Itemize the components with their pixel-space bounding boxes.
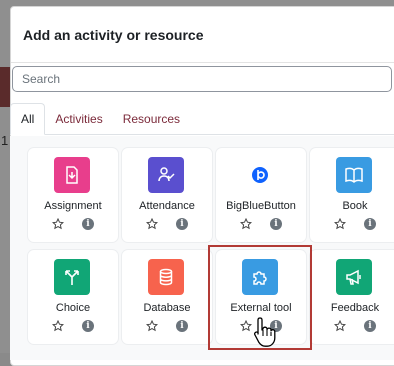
activity-label: External tool [230, 302, 292, 314]
attendance-icon [148, 157, 184, 193]
activity-label: Book [342, 200, 368, 212]
bigbluebutton-icon [242, 157, 278, 193]
star-icon[interactable] [240, 320, 252, 332]
activity-card-feedback[interactable]: Feedback i [310, 250, 394, 344]
activity-card-attendance[interactable]: Attendance i [122, 148, 212, 242]
tab-activities[interactable]: Activities [45, 103, 112, 135]
info-icon[interactable]: i [270, 218, 282, 230]
database-icon [148, 259, 184, 295]
activity-card-choice[interactable]: Choice i [28, 250, 118, 344]
assignment-icon [54, 157, 90, 193]
activity-card-bigbluebutton[interactable]: BigBlueButton i [216, 148, 306, 242]
book-icon [336, 157, 372, 193]
info-icon[interactable]: i [176, 320, 188, 332]
activity-label: Choice [55, 302, 91, 314]
star-icon[interactable] [52, 218, 64, 230]
megaphone-icon [336, 259, 372, 295]
tab-all[interactable]: All [10, 103, 46, 135]
star-icon[interactable] [146, 320, 158, 332]
activity-label: BigBlueButton [226, 200, 296, 212]
activity-label: Feedback [330, 302, 380, 314]
info-icon[interactable]: i [364, 218, 376, 230]
star-icon[interactable] [52, 320, 64, 332]
backdrop-text: 1 [1, 133, 9, 148]
star-icon[interactable] [240, 218, 252, 230]
info-icon[interactable]: i [364, 320, 376, 332]
search-input[interactable] [12, 66, 392, 92]
activity-label: Assignment [44, 200, 102, 212]
star-icon[interactable] [334, 218, 346, 230]
activity-card-book[interactable]: Book i [310, 148, 394, 242]
activity-card-assignment[interactable]: Assignment i [28, 148, 118, 242]
modal-header: Add an activity or resource [11, 7, 394, 63]
info-icon[interactable]: i [176, 218, 188, 230]
modal-title: Add an activity or resource [23, 26, 204, 43]
info-icon[interactable]: i [82, 320, 94, 332]
activity-label: Database [143, 302, 191, 314]
choice-icon [54, 259, 90, 295]
activity-card-database[interactable]: Database i [122, 250, 212, 344]
puzzle-icon [242, 259, 278, 295]
info-icon[interactable]: i [82, 218, 94, 230]
hand-cursor-icon [254, 317, 276, 347]
tab-resources[interactable]: Resources [113, 103, 190, 135]
star-icon[interactable] [334, 320, 346, 332]
activity-label: Attendance [139, 200, 195, 212]
star-icon[interactable] [146, 218, 158, 230]
category-tabs: All Activities Resources [10, 103, 394, 135]
